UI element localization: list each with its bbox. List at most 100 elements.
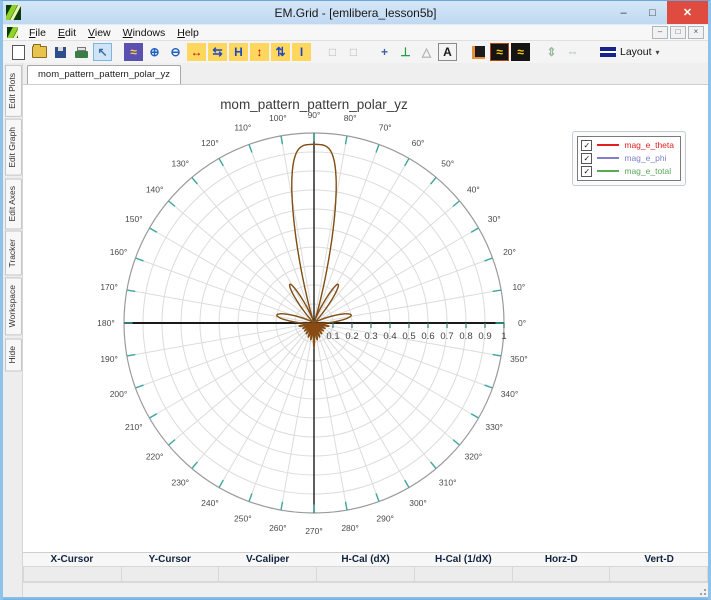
grid-spoke	[316, 328, 379, 501]
angle-label-90: 90°	[308, 110, 321, 120]
window-title: EM.Grid - [emlibera_lesson5b]	[3, 6, 708, 20]
sidebar-tab-tracker[interactable]: Tracker	[5, 231, 22, 276]
rim-tick	[192, 462, 197, 469]
angle-label-80: 80°	[344, 113, 357, 123]
mdi-minimize-button[interactable]: –	[652, 26, 668, 39]
grid-spoke	[135, 325, 308, 388]
legend-checkbox-mag_e_total[interactable]: ✓	[581, 166, 592, 177]
angle-label-170: 170°	[100, 282, 118, 292]
menu-edit[interactable]: Edit	[52, 27, 82, 39]
menu-file[interactable]: File	[23, 27, 52, 39]
mdi-restore-button[interactable]: □	[670, 26, 686, 39]
palette-icon	[472, 46, 485, 59]
cursor-readout-table: X-CursorY-CursorV-CaliperH-Cal (dX)H-Cal…	[23, 552, 708, 582]
rim-tick	[405, 158, 409, 165]
save-icon	[55, 47, 66, 58]
chevron-down-icon: ▾	[656, 48, 660, 57]
radial-label-0.7: 0.7	[440, 331, 453, 342]
maximize-button[interactable]: □	[638, 1, 667, 24]
sidebar-tab-edit-graph[interactable]: Edit Graph	[5, 119, 22, 176]
axes-marker-icon[interactable]: ⊥	[396, 43, 415, 61]
legend-line-swatch	[597, 144, 619, 146]
zoom-in-icon[interactable]: ⊕	[145, 43, 164, 61]
sidebar-tab-workspace[interactable]: Workspace	[5, 277, 22, 335]
radial-label-0.4: 0.4	[383, 331, 396, 342]
radial-label-0.3: 0.3	[364, 331, 377, 342]
fit-y-icon[interactable]: I	[292, 43, 311, 61]
grid-spoke	[135, 258, 308, 321]
sidebar-tab-edit-axes[interactable]: Edit Axes	[5, 178, 22, 229]
zoom-out-icon[interactable]: ⊖	[166, 43, 185, 61]
sidebar: Edit Plots Edit Graph Edit Axes TrackerWork…	[3, 63, 23, 597]
rim-tick	[219, 480, 223, 487]
text-label-icon[interactable]: A	[438, 43, 457, 61]
plot-area: mom_pattern_pattern_polar_yz0°10°20°30°4…	[23, 85, 708, 552]
minimize-button[interactable]: –	[609, 1, 638, 24]
tab-bar: mom_pattern_pattern_polar_yz	[23, 63, 708, 85]
print-icon	[75, 51, 88, 58]
angle-label-130: 130°	[171, 158, 189, 168]
compress-y-icon[interactable]: ⇅	[271, 43, 290, 61]
angle-label-330: 330°	[485, 422, 503, 432]
rim-tick	[493, 354, 501, 355]
legend-checkbox-mag_e_theta[interactable]: ✓	[581, 140, 592, 151]
curve-window-icon[interactable]: ≈	[511, 43, 530, 61]
region-select-icon: □	[344, 43, 363, 61]
save-icon[interactable]	[51, 43, 70, 61]
layout-icon	[600, 47, 616, 57]
rim-tick	[127, 354, 135, 355]
cursor-col-header-x-cursor: X-Cursor	[23, 553, 121, 566]
expand-y-icon[interactable]: ↕	[250, 43, 269, 61]
box-zoom-icon: □	[323, 43, 342, 61]
legend: ✓mag_e_theta✓mag_e_phi✓mag_e_total	[577, 136, 681, 181]
print-icon[interactable]	[72, 43, 91, 61]
palette-icon[interactable]	[469, 43, 488, 61]
angle-label-300: 300°	[409, 498, 427, 508]
fit-x-icon[interactable]: H	[229, 43, 248, 61]
angle-label-230: 230°	[171, 477, 189, 487]
new-file-icon[interactable]	[9, 43, 28, 61]
cursor-col-header-h-cal-1-dx-: H-Cal (1/dX)	[414, 553, 512, 566]
rim-tick	[376, 144, 379, 152]
align-vertical-icon: ⇕	[542, 43, 561, 61]
title-bar[interactable]: EM.Grid - [emlibera_lesson5b] – □ ✕	[3, 1, 708, 24]
open-file-icon[interactable]	[30, 43, 49, 61]
pan-zoom-mode-icon[interactable]: ≈	[124, 43, 143, 61]
angle-label-110: 110°	[234, 122, 251, 132]
angle-label-240: 240°	[201, 498, 219, 508]
sidebar-tab-edit-plots[interactable]: Edit Plots	[5, 65, 22, 117]
tab-mom-pattern-polar-yz[interactable]: mom_pattern_pattern_polar_yz	[27, 65, 181, 84]
menu-view[interactable]: View	[82, 27, 117, 39]
resize-grip-icon[interactable]	[697, 586, 707, 596]
grid-spoke	[316, 144, 379, 317]
crosshair-icon[interactable]: +	[375, 43, 394, 61]
legend-panel[interactable]: ✓mag_e_theta✓mag_e_phi✓mag_e_total	[572, 131, 686, 186]
new-file-icon	[12, 45, 25, 60]
angle-label-50: 50°	[441, 158, 454, 168]
pointer-tool-icon[interactable]: ↖	[93, 43, 112, 61]
status-bar	[23, 582, 708, 597]
mdi-close-button[interactable]: ×	[688, 26, 704, 39]
sidebar-tab-hide[interactable]: Hide	[5, 338, 22, 371]
angle-label-290: 290°	[376, 513, 394, 523]
open-file-icon	[32, 46, 47, 58]
rim-tick	[127, 290, 135, 291]
cursor-col-header-y-cursor: Y-Cursor	[121, 553, 219, 566]
legend-row-mag_e_phi: ✓mag_e_phi	[581, 152, 674, 165]
compress-x-icon[interactable]: ⇆	[208, 43, 227, 61]
angle-label-40: 40°	[467, 184, 480, 194]
rim-tick	[249, 144, 252, 152]
expand-x-icon[interactable]: ↔	[187, 43, 206, 61]
cursor-value-cell	[513, 566, 611, 582]
rim-tick	[493, 290, 501, 291]
legend-checkbox-mag_e_phi[interactable]: ✓	[581, 153, 592, 164]
close-button[interactable]: ✕	[667, 1, 708, 24]
menu-windows[interactable]: Windows	[117, 27, 172, 39]
document-logo-icon	[7, 27, 18, 38]
curve-window-active-icon[interactable]: ≈	[490, 43, 509, 61]
angle-label-210: 210°	[125, 422, 143, 432]
menu-help[interactable]: Help	[171, 27, 205, 39]
cursor-col-header-h-cal-dx-: H-Cal (dX)	[317, 553, 415, 566]
layout-button[interactable]: Layout ▾	[596, 44, 664, 60]
angle-label-260: 260°	[269, 523, 287, 533]
